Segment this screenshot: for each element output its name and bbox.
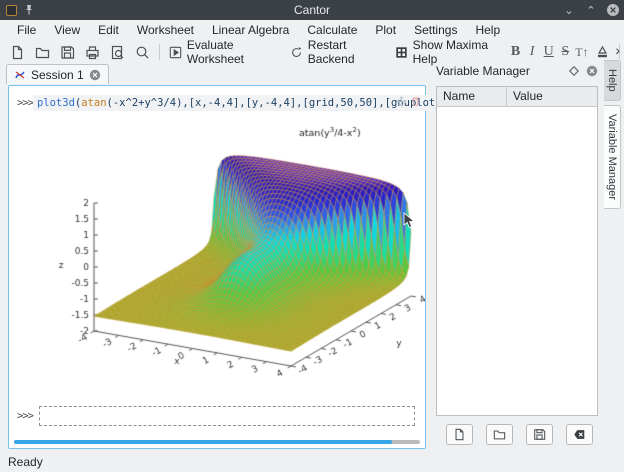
clear-backspace-icon bbox=[573, 428, 586, 441]
session-icon bbox=[14, 69, 26, 81]
worksheet: >>> plot3d(atan(-x^2+y^3/4),[x,-4,4],[y,… bbox=[8, 85, 426, 449]
new-document-icon bbox=[453, 428, 466, 441]
menu-item-calculate[interactable]: Calculate bbox=[298, 21, 366, 39]
column-header-value[interactable]: Value bbox=[507, 87, 549, 106]
close-window-icon[interactable] bbox=[606, 3, 620, 17]
search-icon bbox=[135, 45, 150, 60]
drag-handle-icon[interactable] bbox=[396, 96, 407, 107]
status-bar: Ready bbox=[0, 452, 624, 472]
play-icon bbox=[169, 45, 182, 60]
menu-item-plot[interactable]: Plot bbox=[366, 21, 405, 39]
save-icon bbox=[60, 45, 75, 60]
side-tab-strip: Help Variable Manager bbox=[604, 60, 624, 450]
print-preview-icon bbox=[110, 45, 125, 60]
tab-session-1[interactable]: Session 1 bbox=[6, 64, 109, 84]
load-variables-button[interactable] bbox=[486, 424, 513, 445]
titlebar: Cantor ⌄ ⌃ bbox=[0, 0, 624, 20]
find-button[interactable] bbox=[130, 41, 155, 63]
superscript-button[interactable]: T↑ bbox=[574, 45, 591, 60]
new-document-icon bbox=[10, 45, 25, 60]
menu-item-settings[interactable]: Settings bbox=[405, 21, 466, 39]
mouse-cursor bbox=[403, 212, 416, 229]
delete-entry-icon[interactable] bbox=[410, 96, 421, 107]
bold-button[interactable]: B bbox=[507, 44, 524, 60]
entry-prompt: >>> bbox=[13, 410, 39, 422]
open-folder-icon bbox=[35, 45, 50, 60]
underline-button[interactable]: U bbox=[540, 44, 557, 60]
menu-item-help[interactable]: Help bbox=[466, 21, 509, 39]
float-panel-icon[interactable] bbox=[568, 65, 580, 77]
menu-item-linear-algebra[interactable]: Linear Algebra bbox=[203, 21, 298, 39]
close-panel-icon[interactable] bbox=[586, 65, 598, 77]
status-text: Ready bbox=[8, 455, 43, 469]
variables-table: Name Value bbox=[436, 86, 598, 416]
toolbar-overflow-chevron[interactable]: › bbox=[615, 42, 620, 58]
open-folder-icon bbox=[493, 428, 506, 441]
new-document-button[interactable] bbox=[5, 41, 30, 63]
restart-icon bbox=[290, 45, 303, 60]
command-token: atan bbox=[81, 97, 106, 109]
maxima-help-icon bbox=[395, 45, 408, 60]
clear-variables-button[interactable] bbox=[566, 424, 593, 445]
menu-item-worksheet[interactable]: Worksheet bbox=[128, 21, 203, 39]
evaluate-worksheet-label: Evaluate Worksheet bbox=[187, 38, 280, 66]
evaluate-worksheet-button[interactable]: Evaluate Worksheet bbox=[164, 41, 285, 63]
toolbar-separator bbox=[159, 44, 160, 60]
save-variables-button[interactable] bbox=[526, 424, 553, 445]
horizontal-scrollbar[interactable] bbox=[14, 440, 420, 444]
menu-item-view[interactable]: View bbox=[45, 21, 89, 39]
command-token: plot3d bbox=[37, 97, 75, 109]
fill-color-icon bbox=[595, 45, 610, 60]
print-icon bbox=[85, 45, 100, 60]
new-command-entry[interactable] bbox=[39, 406, 415, 426]
side-tab-variable-manager[interactable]: Variable Manager bbox=[604, 105, 621, 209]
print-preview-button[interactable] bbox=[105, 41, 130, 63]
scrollbar-thumb[interactable] bbox=[14, 440, 392, 444]
menu-bar: FileViewEditWorksheetLinear AlgebraCalcu… bbox=[0, 20, 624, 40]
close-tab-icon[interactable] bbox=[89, 69, 101, 81]
minimize-icon[interactable]: ⌄ bbox=[562, 3, 576, 17]
save-icon bbox=[533, 428, 546, 441]
menu-item-file[interactable]: File bbox=[8, 21, 45, 39]
menu-item-edit[interactable]: Edit bbox=[89, 21, 128, 39]
column-header-name[interactable]: Name bbox=[437, 87, 507, 106]
window-title: Cantor bbox=[0, 3, 624, 17]
variable-manager-title: Variable Manager bbox=[436, 64, 562, 78]
restart-backend-label: Restart Backend bbox=[308, 38, 385, 66]
side-tab-help[interactable]: Help bbox=[604, 60, 621, 101]
plot3d-output bbox=[47, 116, 425, 398]
command-prompt: >>> bbox=[13, 97, 33, 109]
open-button[interactable] bbox=[30, 41, 55, 63]
save-button[interactable] bbox=[55, 41, 80, 63]
print-button[interactable] bbox=[80, 41, 105, 63]
tab-session-label: Session 1 bbox=[31, 68, 84, 82]
strikethrough-button[interactable]: S bbox=[557, 44, 574, 60]
new-variable-button[interactable] bbox=[446, 424, 473, 445]
variable-manager-panel: Variable Manager Name Value bbox=[432, 60, 602, 449]
italic-button[interactable]: I bbox=[524, 44, 541, 60]
maximize-icon[interactable]: ⌃ bbox=[584, 3, 598, 17]
restart-backend-button[interactable]: Restart Backend bbox=[285, 41, 390, 63]
